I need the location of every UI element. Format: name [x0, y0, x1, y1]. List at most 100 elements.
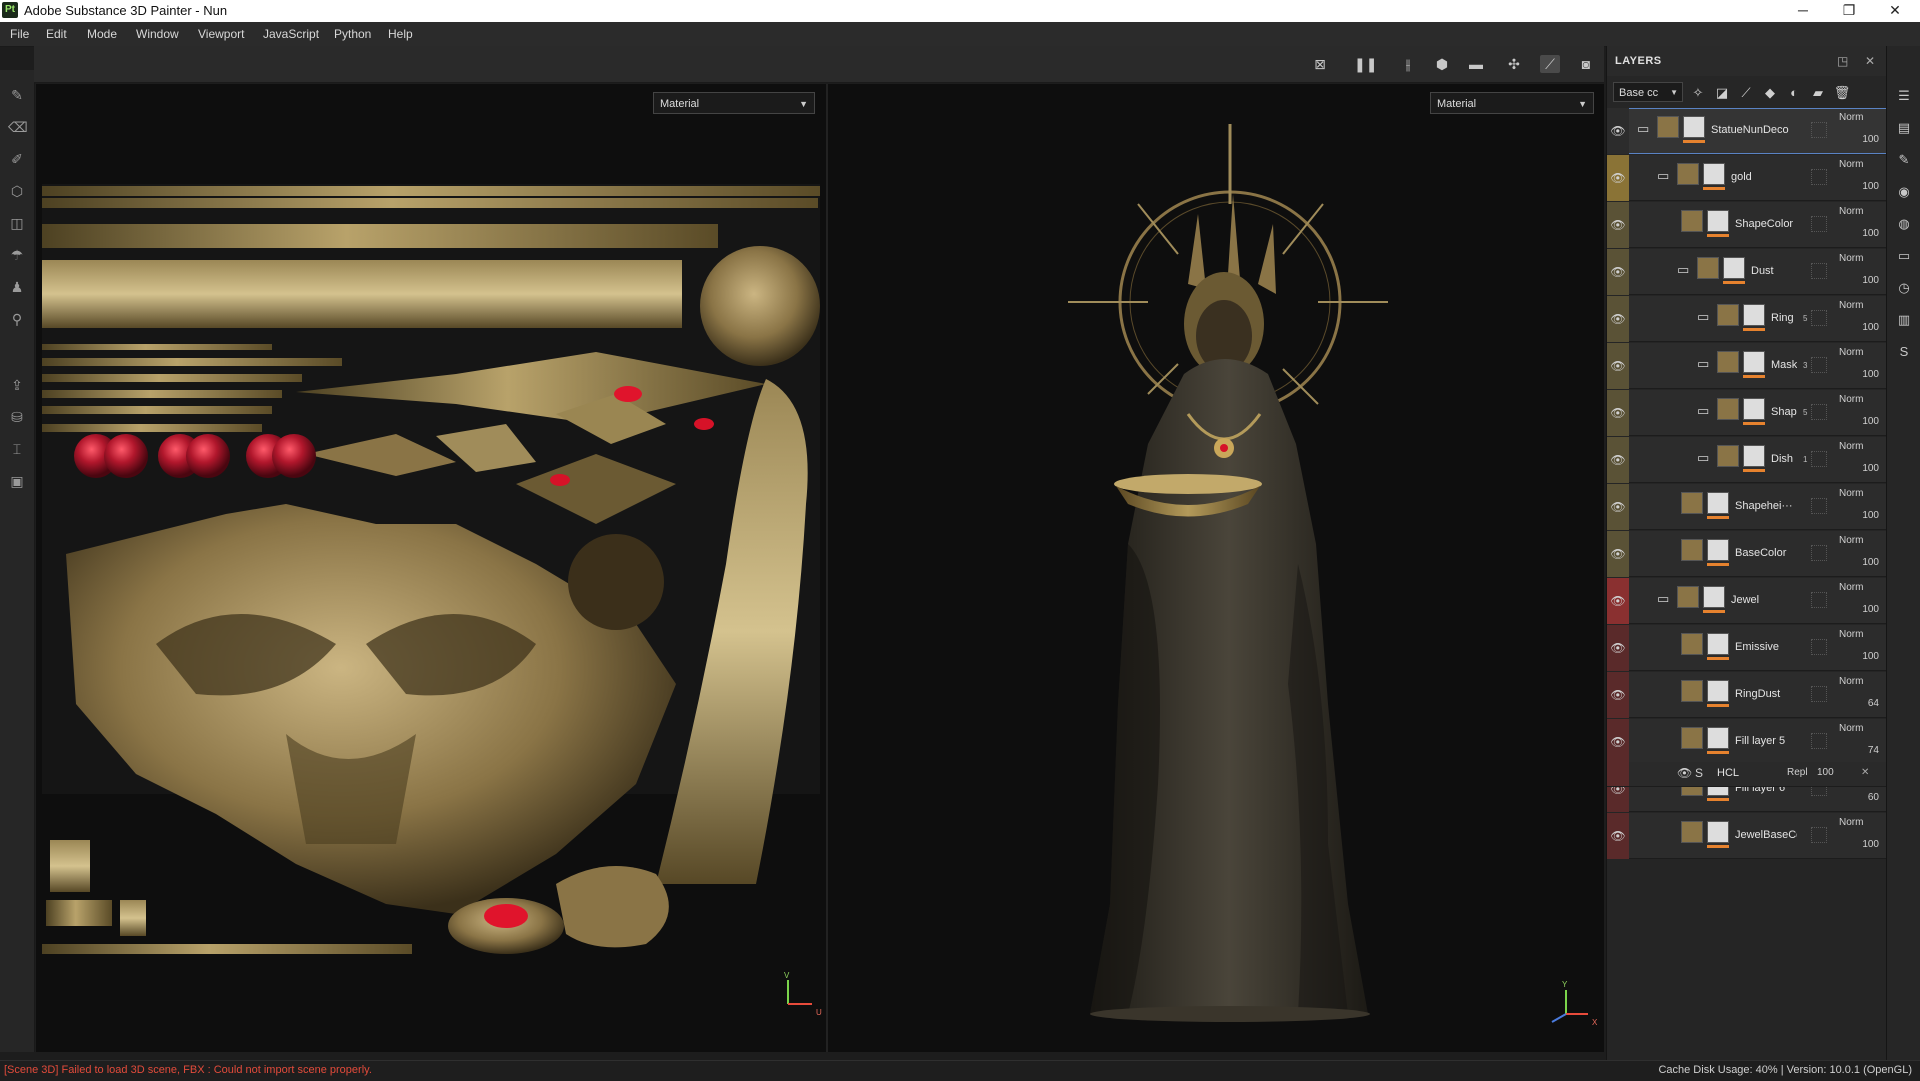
layer-row[interactable]: 👁 Emissive Norm 100	[1607, 625, 1887, 671]
layer-opacity[interactable]: 100	[1839, 839, 1879, 850]
layer-mask-slot[interactable]	[1811, 451, 1827, 467]
layer-mask-slot[interactable]	[1811, 169, 1827, 185]
add-smart-material-icon[interactable]: ◐	[1785, 84, 1803, 102]
polygon-fill-icon[interactable]: ◫	[8, 214, 26, 232]
layer-opacity[interactable]: 100	[1839, 651, 1879, 662]
eye-icon[interactable]: 👁	[1610, 546, 1626, 562]
layer-blend-dropdown[interactable]: Norm	[1839, 582, 1879, 593]
layer-mask-slot[interactable]	[1811, 827, 1827, 843]
layer-row[interactable]: 👁 ▭ gold Norm 100	[1607, 155, 1887, 201]
layer-opacity[interactable]: 100	[1839, 322, 1879, 333]
layer-opacity[interactable]: 100	[1839, 181, 1879, 192]
layer-row[interactable]: 👁 ▭ Mask 3 Norm 100	[1607, 343, 1887, 389]
layers-tab-icon[interactable]: ☰	[1896, 88, 1912, 104]
minimize-icon[interactable]: ─	[1780, 0, 1826, 22]
layer-mask-slot[interactable]	[1811, 310, 1827, 326]
delete-layer-icon[interactable]: 🗑	[1833, 84, 1851, 102]
right-view-mode-dropdown[interactable]: Material ▼	[1430, 92, 1594, 114]
menu-file[interactable]: File	[10, 27, 29, 41]
layer-mask-slot[interactable]	[1811, 357, 1827, 373]
folder-icon[interactable]: ▭	[1697, 451, 1713, 465]
screenshot-camera-icon[interactable]: ◙	[1576, 55, 1596, 73]
layer-row[interactable]: 👁 RingDust Norm 64	[1607, 672, 1887, 718]
hide-ui-icon[interactable]: ⊠	[1310, 55, 1330, 73]
settings-icon[interactable]: ▣	[8, 472, 26, 490]
layer-blend-dropdown[interactable]: Norm	[1839, 112, 1879, 123]
symmetry-icon[interactable]: ⫲	[1398, 55, 1418, 73]
layer-mask-slot[interactable]	[1811, 545, 1827, 561]
menu-help[interactable]: Help	[388, 27, 413, 41]
undock-icon[interactable]: ◳	[1837, 54, 1848, 68]
left-view-mode-dropdown[interactable]: Material ▼	[653, 92, 815, 114]
color-picker-icon[interactable]: ⚲	[8, 310, 26, 328]
folder-icon[interactable]: ▭	[1637, 122, 1653, 136]
eraser-icon[interactable]: ⌫	[8, 118, 28, 136]
add-folder-icon[interactable]: ▰	[1809, 84, 1827, 102]
eye-icon[interactable]: 👁	[1610, 687, 1626, 703]
layer-row[interactable]: 👁 ▭ Shape 5 Norm 100	[1607, 390, 1887, 436]
eye-icon[interactable]: 👁	[1610, 499, 1626, 515]
log-icon[interactable]: ▥	[1896, 312, 1912, 328]
layer-blend-dropdown[interactable]: Norm	[1839, 723, 1879, 734]
layer-blend-dropdown[interactable]: Norm	[1839, 441, 1879, 452]
menu-viewport[interactable]: Viewport	[198, 27, 244, 41]
eye-icon[interactable]: 👁	[1610, 123, 1626, 139]
layer-opacity[interactable]: 100	[1839, 369, 1879, 380]
effect-eye-icon[interactable]: 👁	[1677, 766, 1692, 780]
menu-mode[interactable]: Mode	[87, 27, 117, 41]
layer-row[interactable]: 👁 ▭ Dust Norm 100	[1607, 249, 1887, 295]
eye-icon[interactable]: 👁	[1610, 593, 1626, 609]
layer-mask-slot[interactable]	[1811, 592, 1827, 608]
layer-mask-slot[interactable]	[1811, 686, 1827, 702]
layer-opacity[interactable]: 100	[1839, 228, 1879, 239]
menu-edit[interactable]: Edit	[46, 27, 67, 41]
layer-mask-slot[interactable]	[1811, 498, 1827, 514]
panel-close-icon[interactable]: ✕	[1865, 54, 1875, 68]
substance-icon[interactable]: S	[1896, 344, 1912, 360]
effect-blend-dropdown[interactable]: Repl	[1787, 767, 1808, 778]
layer-mask-slot[interactable]	[1811, 404, 1827, 420]
layer-mask-slot[interactable]	[1811, 639, 1827, 655]
paint-brush-icon[interactable]: ✎	[8, 86, 26, 104]
measure-icon[interactable]: ⌶	[8, 440, 26, 458]
menu-python[interactable]: Python	[334, 27, 371, 41]
layer-blend-dropdown[interactable]: Norm	[1839, 394, 1879, 405]
assets-icon[interactable]: ▭	[1896, 248, 1912, 264]
bake-icon[interactable]: ⛁	[8, 408, 26, 426]
layer-mask-slot[interactable]	[1811, 733, 1827, 749]
add-mask-icon[interactable]: ◪	[1713, 84, 1731, 102]
folder-icon[interactable]: ▭	[1697, 310, 1713, 324]
brush-mode-icon[interactable]: ⟋	[1540, 55, 1560, 73]
display-settings-icon[interactable]: ◉	[1896, 184, 1912, 200]
effect-remove-icon[interactable]: ✕	[1861, 767, 1869, 778]
layer-row[interactable]: 👁 Shapehei··· Norm 100	[1607, 484, 1887, 530]
folder-icon[interactable]: ▭	[1697, 357, 1713, 371]
folder-icon[interactable]: ▭	[1677, 263, 1693, 277]
menu-javascript[interactable]: JavaScript	[263, 27, 319, 41]
layer-row[interactable]: 👁 Fill layer 5 Norm 74	[1607, 719, 1887, 765]
pause-icon[interactable]: ❚❚	[1354, 55, 1377, 73]
layer-opacity[interactable]: 100	[1839, 557, 1879, 568]
add-paint-layer-icon[interactable]: ⟋	[1737, 84, 1755, 102]
add-effect-icon[interactable]: ✧	[1689, 84, 1707, 102]
transform-icon[interactable]: ✣	[1504, 55, 1524, 73]
layer-row[interactable]: 👁 ▭ Dish 1 Norm 100	[1607, 437, 1887, 483]
layer-opacity[interactable]: 100	[1839, 604, 1879, 615]
layer-opacity[interactable]: 100	[1839, 416, 1879, 427]
channel-dropdown[interactable]: Base cc ▼	[1613, 82, 1683, 102]
add-fill-layer-icon[interactable]: ◆	[1761, 84, 1779, 102]
display-mode-icon[interactable]: ⬢	[1432, 55, 1452, 73]
layer-blend-dropdown[interactable]: Norm	[1839, 629, 1879, 640]
properties-icon[interactable]: ✎	[1896, 152, 1912, 168]
export-icon[interactable]: ⇪	[8, 376, 26, 394]
folder-icon[interactable]: ▭	[1657, 592, 1673, 606]
layer-blend-dropdown[interactable]: Norm	[1839, 488, 1879, 499]
layer-opacity[interactable]: 74	[1839, 745, 1879, 756]
layer-blend-dropdown[interactable]: Norm	[1839, 159, 1879, 170]
eye-icon[interactable]: 👁	[1610, 734, 1626, 750]
layer-opacity[interactable]: 64	[1839, 698, 1879, 709]
folder-icon[interactable]: ▭	[1657, 169, 1673, 183]
layer-blend-dropdown[interactable]: Norm	[1839, 300, 1879, 311]
camera-icon[interactable]: ▬	[1466, 55, 1486, 73]
eye-icon[interactable]: 👁	[1610, 217, 1626, 233]
